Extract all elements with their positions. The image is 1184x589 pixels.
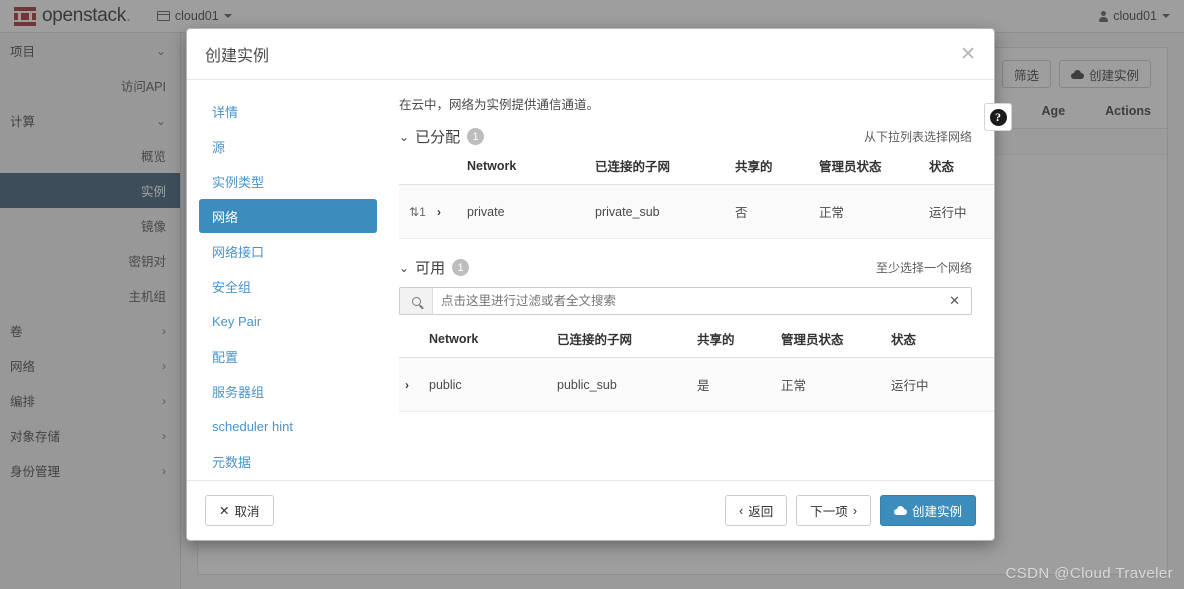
- cell-subnet: public_sub: [557, 357, 697, 412]
- dialog-step-9[interactable]: scheduler hint: [199, 409, 377, 443]
- cell-admin-state: 正常: [781, 357, 891, 412]
- cell-subnet: private_sub: [595, 184, 735, 239]
- column-header-admin-state: 管理员状态: [819, 156, 929, 185]
- dialog-footer: ✕ 取消 ‹ 返回 下一项 › 创建实例: [187, 480, 994, 540]
- chevron-right-icon[interactable]: ›: [405, 378, 409, 392]
- dialog-header: 创建实例 ✕: [187, 29, 994, 80]
- help-button[interactable]: ?: [984, 103, 1012, 131]
- allocated-section-title: 已分配: [415, 129, 461, 146]
- dialog-title: 创建实例: [205, 48, 270, 65]
- cancel-icon: ✕: [219, 504, 230, 518]
- column-header-network: Network: [429, 329, 557, 358]
- next-button-label: 下一项: [810, 505, 848, 519]
- help-icon: ?: [989, 108, 1007, 126]
- table-row[interactable]: › public public_sub 是 正常 运行中 ↑: [399, 357, 994, 412]
- dialog-step-label: 网络: [212, 209, 239, 225]
- submit-create-instance-button[interactable]: 创建实例: [879, 495, 976, 526]
- dialog-step-label: Key Pair: [212, 313, 262, 329]
- table-header-row: Network 已连接的子网 共享的 管理员状态 状态: [399, 329, 994, 358]
- column-header-shared: 共享的: [697, 329, 781, 358]
- column-header-order: [399, 156, 437, 185]
- dialog-step-label: 详情: [212, 104, 239, 120]
- allocated-count-badge: 1: [467, 128, 485, 145]
- column-header-network: Network: [467, 156, 595, 185]
- column-header-admin-state: 管理员状态: [781, 329, 891, 358]
- search-input[interactable]: [433, 294, 939, 308]
- cancel-button[interactable]: ✕ 取消: [205, 495, 274, 526]
- dialog-step-2[interactable]: 实例类型: [199, 164, 377, 198]
- cell-status: 运行中: [891, 357, 994, 412]
- chevron-right-icon: ›: [852, 503, 857, 518]
- table-header-row: Network 已连接的子网 共享的 管理员状态 状态: [399, 156, 994, 185]
- dialog-step-1[interactable]: 源: [199, 129, 377, 163]
- row-order: 1: [419, 204, 426, 219]
- chevron-left-icon: ‹: [739, 503, 744, 518]
- submit-button-label: 创建实例: [911, 505, 962, 519]
- chevron-down-icon: ⌄: [399, 129, 410, 144]
- chevron-right-icon[interactable]: ›: [437, 205, 441, 219]
- cancel-button-label: 取消: [234, 505, 260, 519]
- available-count-badge: 1: [452, 259, 470, 276]
- dialog-step-7[interactable]: 配置: [199, 339, 377, 373]
- dialog-step-4[interactable]: 网络接口: [199, 234, 377, 268]
- dialog-step-5[interactable]: 安全组: [199, 269, 377, 303]
- column-header-subnet: 已连接的子网: [557, 329, 697, 358]
- available-section-title: 可用: [415, 260, 446, 277]
- dialog-step-6[interactable]: Key Pair: [199, 304, 377, 338]
- dialog-step-0[interactable]: 详情: [199, 94, 377, 128]
- available-filter: ✕: [399, 287, 972, 315]
- cell-status: 运行中: [929, 184, 994, 239]
- column-header-status: 状态: [929, 156, 994, 185]
- allocated-section-hint: 从下拉列表选择网络: [863, 130, 972, 144]
- column-header-subnet: 已连接的子网: [595, 156, 735, 185]
- allocated-section-header[interactable]: ⌄ 已分配 1 从下拉列表选择网络: [399, 126, 972, 147]
- dialog-step-3[interactable]: 网络: [199, 199, 377, 233]
- dialog-step-label: 服务器组: [212, 384, 265, 400]
- dialog-step-label: 配置: [212, 349, 239, 365]
- cell-admin-state: 正常: [819, 184, 929, 239]
- dialog-step-label: 实例类型: [212, 174, 265, 190]
- next-button[interactable]: 下一项 ›: [796, 495, 871, 526]
- back-button[interactable]: ‹ 返回: [725, 495, 788, 526]
- dialog-step-panel: 在云中，网络为实例提供通信通道。 ⌄ 已分配 1 从下拉列表选择网络 Netwo…: [389, 80, 994, 480]
- network-step-description: 在云中，网络为实例提供通信通道。: [399, 98, 600, 112]
- cell-shared: 否: [735, 184, 819, 239]
- column-header-status: 状态: [891, 329, 994, 358]
- close-icon[interactable]: ✕: [960, 44, 976, 64]
- dialog-step-10[interactable]: 元数据: [199, 444, 377, 478]
- available-section-header[interactable]: ⌄ 可用 1 至少选择一个网络: [399, 257, 972, 278]
- cloud-icon: [893, 506, 907, 515]
- back-button-label: 返回: [748, 505, 774, 519]
- cell-shared: 是: [697, 357, 781, 412]
- dialog-step-8[interactable]: 服务器组: [199, 374, 377, 408]
- dialog-step-nav: 详情源实例类型网络网络接口安全组 Key Pair 配置服务器组 scheduler …: [187, 80, 389, 480]
- clear-search-icon[interactable]: ✕: [938, 293, 971, 309]
- dialog-step-label: 元数据: [212, 454, 252, 470]
- chevron-down-icon: ⌄: [399, 260, 410, 275]
- column-header-shared: 共享的: [735, 156, 819, 185]
- drag-handle-icon[interactable]: ⇅1: [409, 205, 426, 219]
- column-header-expand: [399, 329, 429, 358]
- search-icon: [400, 288, 433, 314]
- dialog-step-label: 网络接口: [212, 244, 265, 260]
- create-instance-dialog: 创建实例 ✕ ? 详情源实例类型网络网络接口安全组 Key Pair 配置服务器组 s…: [186, 28, 1012, 541]
- footer-actions: ‹ 返回 下一项 › 创建实例: [725, 495, 976, 526]
- cell-network: public: [429, 357, 557, 412]
- available-networks-table: Network 已连接的子网 共享的 管理员状态 状态 › public pub…: [399, 329, 994, 412]
- dialog-body: ? 详情源实例类型网络网络接口安全组 Key Pair 配置服务器组 schedule…: [187, 80, 1012, 480]
- column-header-expand: [437, 156, 467, 185]
- available-section-hint: 至少选择一个网络: [875, 261, 972, 275]
- dialog-step-label: 安全组: [212, 279, 252, 295]
- cell-network: private: [467, 184, 595, 239]
- dialog-step-label: scheduler hint: [212, 418, 293, 434]
- table-row[interactable]: ⇅1 › private private_sub 否 正常 运行中 ↓: [399, 184, 994, 239]
- allocated-networks-table: Network 已连接的子网 共享的 管理员状态 状态 ⇅1 › private…: [399, 156, 994, 239]
- dialog-step-label: 源: [212, 139, 226, 155]
